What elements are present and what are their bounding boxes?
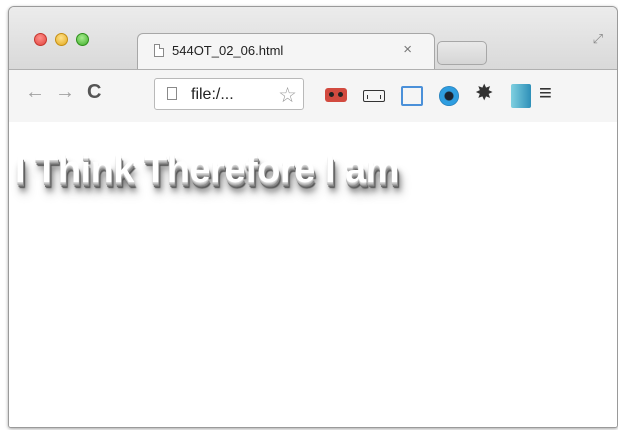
browser-toolbar: ← → C file:/... ☆ ✸ ≡ xyxy=(9,69,617,123)
crop-icon[interactable] xyxy=(401,86,423,106)
page-icon xyxy=(167,87,177,100)
page-viewport: I Think Therefore I am xyxy=(9,122,617,427)
ruler-icon[interactable] xyxy=(363,90,385,102)
browser-window: 544OT_02_06.html × ⤢ ← → C file:/... ☆ ✸… xyxy=(8,6,618,428)
new-tab-button[interactable] xyxy=(437,41,487,65)
forward-button[interactable]: → xyxy=(55,80,75,104)
menu-icon[interactable]: ≡ xyxy=(539,80,552,106)
page-icon xyxy=(154,44,164,57)
kitt-icon[interactable] xyxy=(511,84,531,108)
page-headline: I Think Therefore I am xyxy=(15,149,399,191)
mask-icon[interactable] xyxy=(325,88,347,102)
address-text[interactable]: file:/... xyxy=(191,86,234,104)
close-window-button[interactable] xyxy=(34,33,47,46)
tab-title: 544OT_02_06.html xyxy=(172,43,284,58)
gear-icon[interactable]: ✸ xyxy=(475,80,493,106)
minimize-window-button[interactable] xyxy=(55,33,68,46)
maximize-window-button[interactable] xyxy=(76,33,89,46)
tab-close-icon[interactable]: × xyxy=(403,41,412,58)
bookmark-star-icon[interactable]: ☆ xyxy=(278,83,297,108)
back-button[interactable]: ← xyxy=(25,80,45,104)
reload-button[interactable]: C xyxy=(87,80,101,104)
address-bar[interactable]: file:/... ☆ xyxy=(154,78,304,110)
tab-active[interactable]: 544OT_02_06.html × xyxy=(137,33,435,70)
tab-strip: 544OT_02_06.html × ⤢ xyxy=(9,7,617,70)
fullscreen-icon[interactable]: ⤢ xyxy=(593,31,603,47)
eye-icon[interactable] xyxy=(439,86,459,106)
